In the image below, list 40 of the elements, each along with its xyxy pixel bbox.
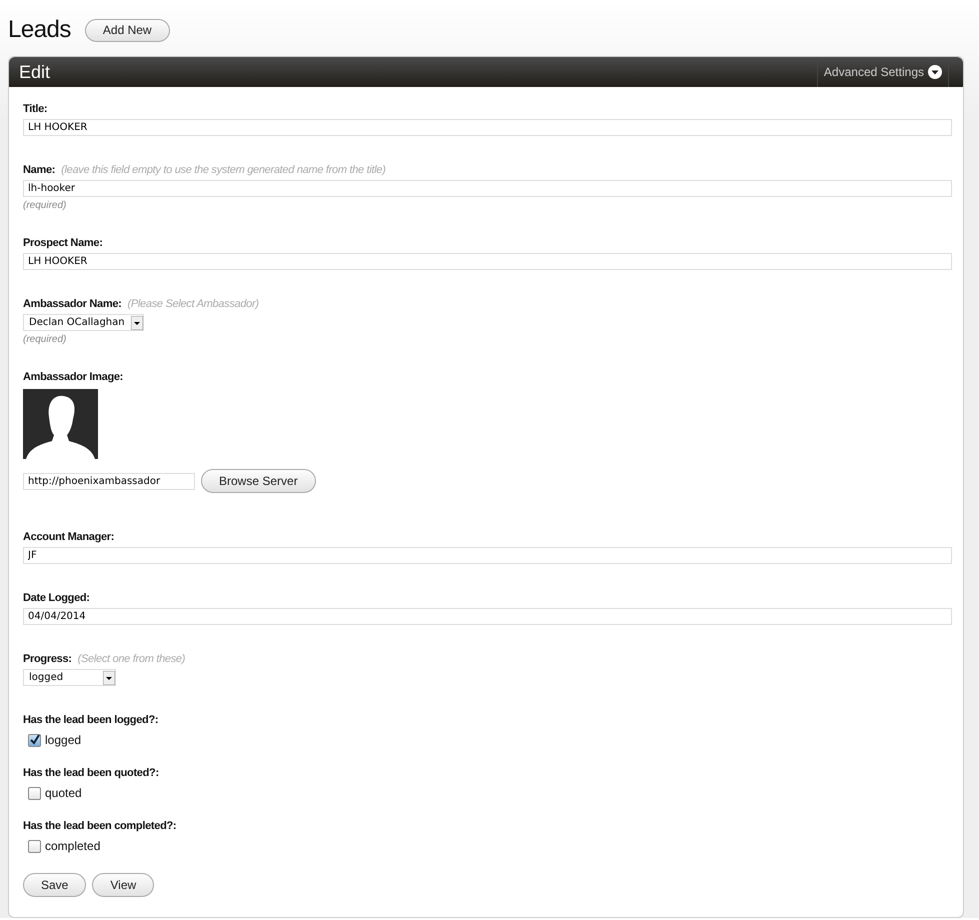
field-label: Has the lead been logged?:: [23, 714, 158, 726]
field-label: Progress:: [23, 653, 72, 665]
browse-server-button[interactable]: Browse Server: [201, 469, 316, 493]
field-hint: (Select one from these): [78, 653, 186, 665]
dropdown-select[interactable]: Declan OCallaghan: [23, 314, 144, 331]
checkbox-label: quoted: [45, 786, 82, 800]
checkbox[interactable]: [28, 734, 41, 746]
page-title: Leads: [8, 16, 71, 44]
url-field[interactable]: http://phoenixambassador: [23, 472, 195, 490]
form-button[interactable]: Save: [23, 873, 86, 897]
field-hint: (leave this field empty to use the system generated name from the title): [61, 164, 386, 176]
field-label: Ambassador Image:: [23, 371, 124, 383]
text-field[interactable]: lh-hooker: [23, 180, 952, 197]
field-label: Title:: [23, 103, 48, 115]
avatar-silhouette-icon: [23, 389, 98, 459]
panel-title: Edit: [18, 62, 50, 82]
field-hint: (Please Select Ambassador): [128, 298, 259, 310]
dropdown-circle-icon: [928, 65, 942, 79]
checkbox[interactable]: [28, 840, 41, 852]
field-label: Name:: [23, 164, 56, 176]
field-label: Date Logged:: [23, 592, 90, 604]
required-note: (required): [23, 200, 66, 211]
checkbox-label: logged: [45, 733, 82, 747]
advanced-settings-button[interactable]: Advanced Settings: [816, 57, 949, 87]
dropdown-arrow-icon: [130, 316, 143, 330]
required-note: (required): [23, 334, 66, 345]
field-label: Prospect Name:: [23, 237, 103, 249]
dropdown-select[interactable]: logged: [23, 669, 116, 686]
dropdown-arrow-icon: [103, 670, 115, 684]
field-label: Has the lead been quoted?:: [23, 767, 159, 779]
form-button[interactable]: View: [92, 873, 154, 897]
field-label: Has the lead been completed?:: [23, 820, 176, 832]
field-label: Ambassador Name:: [23, 298, 122, 310]
checkbox[interactable]: [28, 786, 41, 800]
field-label: Account Manager:: [23, 531, 114, 543]
add-new-button[interactable]: Add New: [84, 18, 170, 42]
text-field[interactable]: 04/04/2014: [23, 608, 952, 625]
text-field[interactable]: LH HOOKER: [23, 119, 952, 136]
text-field[interactable]: LH HOOKER: [23, 253, 952, 270]
checkbox-label: completed: [45, 839, 100, 853]
